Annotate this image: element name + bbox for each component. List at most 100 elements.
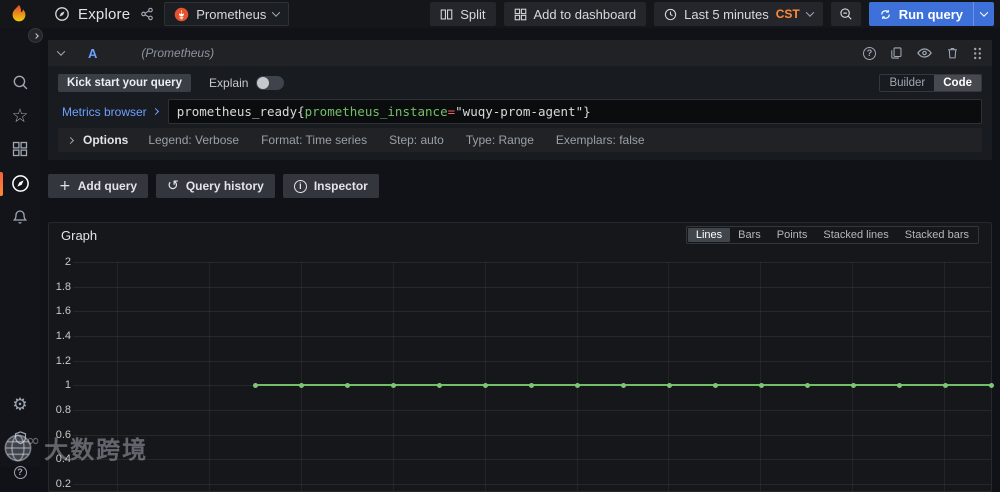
data-point: [942, 382, 948, 388]
metrics-browser-button[interactable]: Metrics browser: [58, 99, 168, 124]
add-query-button[interactable]: + Add query: [48, 174, 149, 198]
search-icon[interactable]: [9, 71, 31, 93]
explain-label: Explain: [209, 76, 249, 90]
explain-toggle[interactable]: [256, 76, 285, 90]
plus-icon: +: [59, 178, 71, 194]
query-option-item: Format: Time series: [261, 133, 368, 147]
query-editor: A (Prometheus) ? Kick start your query E…: [48, 40, 992, 160]
gridline-horizontal: [73, 335, 991, 337]
info-icon: i: [293, 179, 307, 193]
dashboards-icon[interactable]: [9, 138, 31, 160]
duplicate-query-icon[interactable]: [890, 46, 903, 60]
query-option-item: Type: Range: [465, 133, 534, 147]
data-point: [620, 382, 626, 388]
graph-mode-bars[interactable]: Bars: [730, 228, 769, 242]
nav-sidebar: ☆ ⚙ ?: [0, 28, 40, 479]
gridline-vertical: [852, 262, 854, 491]
data-point: [896, 382, 902, 388]
top-bar: Explore Prometheus Split Add to dashboar…: [0, 0, 1000, 28]
data-point: [390, 382, 396, 388]
zoom-out-button[interactable]: [830, 2, 861, 26]
query-help-icon[interactable]: ?: [863, 46, 876, 60]
data-point: [344, 382, 350, 388]
y-tick-label: 0.2: [55, 477, 71, 490]
data-point: [758, 382, 764, 388]
gridline-horizontal: [73, 286, 991, 288]
explore-compass-icon[interactable]: [9, 172, 31, 194]
plot-area[interactable]: 2 1.8 1.6 1.4 1.2 1 0.8 0.6 0.4 0.2: [49, 247, 994, 491]
graph-mode-switcher: Lines Bars Points Stacked lines Stacked bars: [685, 226, 979, 244]
query-options-row: Options Legend: Verbose Format: Time seri…: [58, 128, 982, 152]
kick-start-query-button[interactable]: Kick start your query: [58, 74, 192, 92]
query-token: prometheus_instance: [304, 104, 448, 119]
gridline-horizontal: [73, 459, 991, 461]
graph-mode-points[interactable]: Points: [769, 228, 816, 242]
y-tick-label: 0.6: [55, 428, 71, 441]
collapse-chevron-icon[interactable]: [56, 47, 66, 56]
y-tick-label: 1: [64, 379, 71, 392]
query-history-button[interactable]: ↺ Query history: [156, 174, 275, 198]
gear-icon[interactable]: ⚙: [9, 394, 31, 416]
gridline-vertical: [392, 262, 394, 491]
hide-response-eye-icon[interactable]: [917, 47, 932, 59]
add-to-dashboard-button[interactable]: Add to dashboard: [503, 2, 647, 26]
star-icon[interactable]: ☆: [9, 105, 31, 127]
data-point: [482, 382, 488, 388]
promql-query-input[interactable]: prometheus_ready{prometheus_instance = "wu…: [167, 99, 982, 124]
query-row-header[interactable]: A (Prometheus) ?: [48, 40, 992, 66]
history-icon: ↺: [167, 178, 179, 194]
help-icon[interactable]: ?: [9, 461, 31, 483]
graph-panel: Graph Lines Bars Points Stacked lines Stacke…: [48, 222, 994, 492]
graph-panel-title: Graph: [61, 227, 98, 243]
time-range-picker[interactable]: Last 5 minutes CST: [654, 2, 823, 26]
active-nav-indicator: [0, 172, 3, 196]
code-mode-button[interactable]: Code: [934, 75, 981, 91]
split-button[interactable]: Split: [430, 2, 496, 26]
gridline-horizontal: [73, 483, 991, 485]
y-tick-label: 2: [64, 256, 71, 268]
gridline-vertical: [300, 262, 302, 491]
run-query-dropdown[interactable]: [973, 2, 994, 26]
refresh-icon: [879, 8, 892, 21]
grafana-logo-icon[interactable]: [8, 3, 30, 25]
gridline-vertical: [117, 262, 118, 491]
gridline-vertical: [944, 262, 946, 491]
gridline-vertical: [576, 262, 578, 491]
run-query-button[interactable]: Run query: [868, 2, 994, 26]
gridline-horizontal: [73, 311, 991, 313]
sidebar-expand-button[interactable]: [28, 28, 43, 43]
options-toggle[interactable]: Options: [66, 133, 128, 147]
editor-mode-switcher: Builder Code: [879, 74, 982, 92]
gridline-vertical: [668, 262, 670, 491]
query-option-item: Exemplars: false: [555, 133, 645, 147]
graph-mode-stacked-lines[interactable]: Stacked lines: [815, 228, 896, 242]
explore-actions: + Add query ↺ Query history i Inspector: [48, 174, 992, 198]
query-token: "wuqy-prom-agent": [455, 104, 584, 119]
datasource-picker[interactable]: Prometheus: [164, 2, 290, 26]
compass-icon: [54, 6, 70, 22]
data-point: [666, 382, 672, 388]
share-icon[interactable]: [140, 7, 154, 21]
shield-icon[interactable]: [9, 427, 31, 449]
builder-mode-button[interactable]: Builder: [880, 75, 934, 91]
gridline-vertical: [760, 262, 762, 491]
y-tick-label: 0.8: [55, 403, 71, 416]
query-token: =: [447, 104, 456, 119]
gridline-vertical: [484, 262, 486, 491]
drag-handle-icon[interactable]: [973, 47, 982, 60]
graph-mode-stacked-bars[interactable]: Stacked bars: [897, 228, 977, 242]
query-token: prometheus_ready{: [176, 104, 305, 119]
data-point: [574, 382, 580, 388]
gridline-horizontal: [73, 262, 991, 263]
data-point: [298, 382, 304, 388]
query-datasource-hint: (Prometheus): [141, 46, 215, 60]
remove-query-trash-icon[interactable]: [946, 46, 959, 60]
alerting-bell-icon[interactable]: [9, 206, 31, 228]
clock-icon: [664, 8, 677, 21]
page-title: Explore: [54, 6, 130, 23]
graph-mode-lines[interactable]: Lines: [687, 228, 731, 242]
data-point: [804, 382, 810, 388]
chevron-down-icon: [272, 8, 281, 17]
explore-main: A (Prometheus) ? Kick start your query E…: [48, 40, 994, 492]
inspector-button[interactable]: i Inspector: [282, 174, 379, 198]
